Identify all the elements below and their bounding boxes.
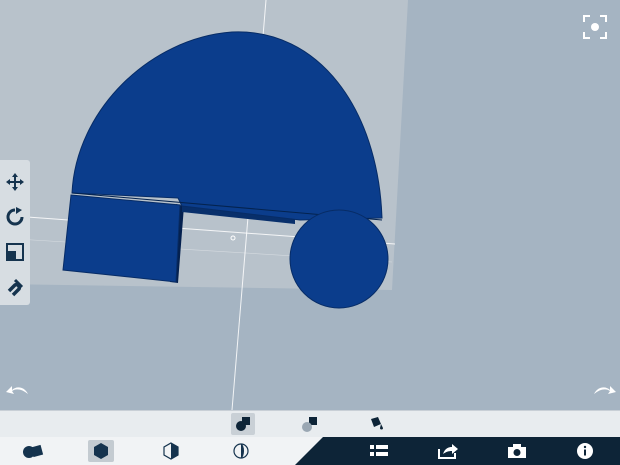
cylinder-shape[interactable] <box>289 209 389 309</box>
scene-canvas[interactable] <box>0 0 620 410</box>
left-toolbar <box>0 160 30 305</box>
move-tool-button[interactable] <box>3 170 27 194</box>
shapes-icon <box>23 444 44 458</box>
share-button[interactable] <box>435 440 461 462</box>
move-arrows-icon <box>6 173 24 191</box>
paint-mode-button[interactable] <box>364 413 388 435</box>
rotate-tool-button[interactable] <box>3 205 27 229</box>
hexagon-solid-icon <box>94 443 108 459</box>
outline-view-button[interactable] <box>228 440 254 462</box>
3d-viewport[interactable] <box>0 0 620 410</box>
fit-view-button[interactable] <box>582 14 608 40</box>
snap-tool-button[interactable] <box>3 275 27 299</box>
scale-tool-button[interactable] <box>3 240 27 264</box>
list-button[interactable] <box>366 440 392 462</box>
solid-view-button[interactable] <box>88 440 114 462</box>
box-shape[interactable] <box>62 194 181 283</box>
scale-icon <box>6 243 24 261</box>
list-icon <box>370 445 388 456</box>
mode-bar <box>0 410 620 438</box>
hole-mode-button[interactable] <box>298 413 322 435</box>
paint-bucket-icon <box>371 417 383 430</box>
rotate-icon <box>6 207 24 226</box>
redo-button[interactable] <box>590 380 618 400</box>
redo-arrow-icon <box>594 386 616 394</box>
camera-icon <box>508 444 526 458</box>
undo-arrow-icon <box>6 386 28 394</box>
solid-shape-icon <box>236 417 250 431</box>
undo-button[interactable] <box>4 380 32 400</box>
solid-mode-button[interactable] <box>231 413 255 435</box>
sphere-outline-icon <box>233 443 249 459</box>
shapes-button[interactable] <box>20 440 46 462</box>
info-button[interactable] <box>572 440 598 462</box>
camera-button[interactable] <box>504 440 530 462</box>
magnet-icon <box>7 278 24 297</box>
info-icon <box>577 443 593 459</box>
fit-view-icon <box>583 15 607 39</box>
share-icon <box>438 444 458 459</box>
half-view-button[interactable] <box>158 440 184 462</box>
hexagon-half-icon <box>163 442 179 460</box>
hole-shape-icon <box>302 417 317 432</box>
